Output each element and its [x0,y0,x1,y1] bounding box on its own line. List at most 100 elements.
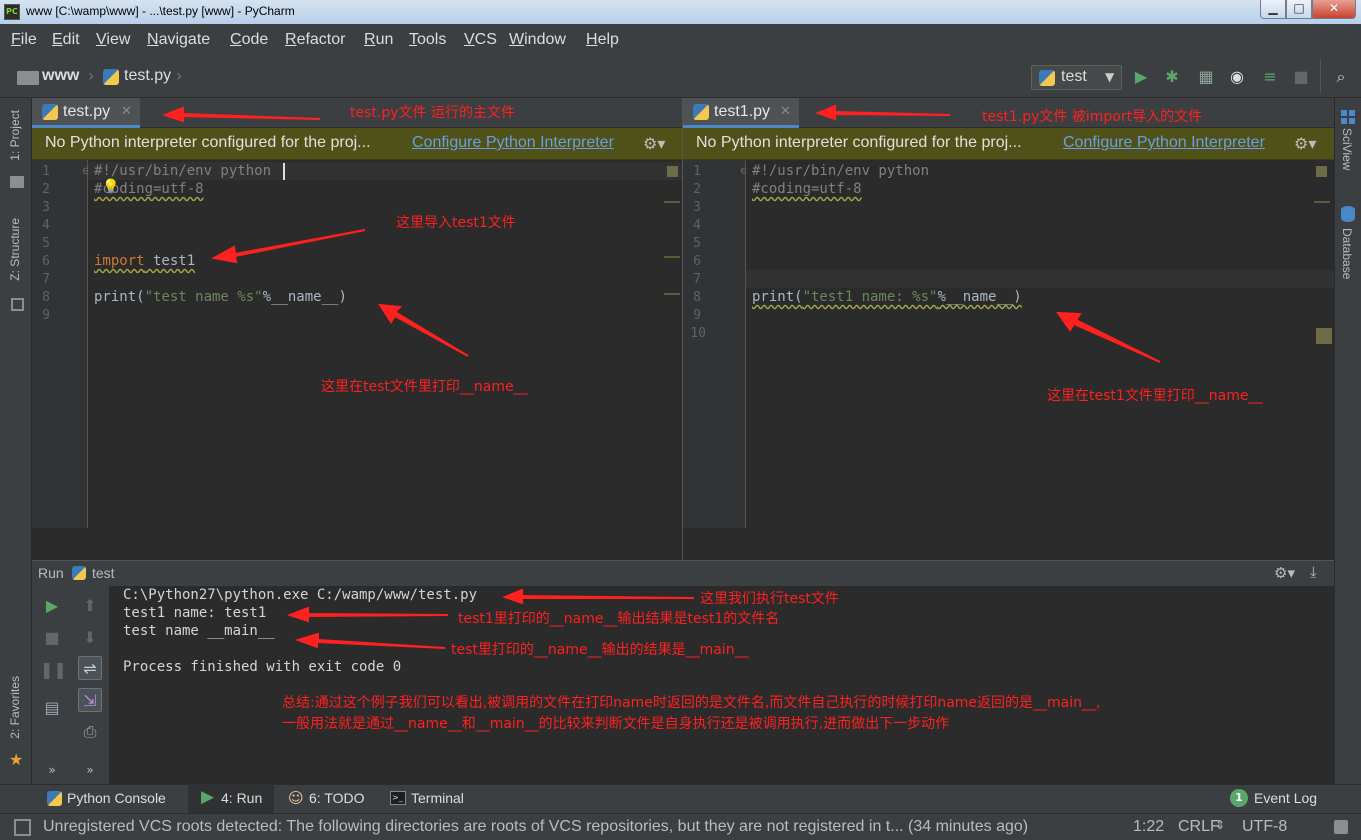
window-title: www [C:\wamp\www] - ...\test.py [www] - … [26,4,295,18]
annotation-print-test1: 这里在test1文件里打印__name__ [1047,388,1263,404]
tab-python-console[interactable]: Python Console [67,790,166,806]
minimize-button[interactable]: ▁ [1260,0,1286,19]
inspection-status-icon[interactable] [667,166,678,177]
run-icon[interactable]: ▶ [1132,68,1150,86]
inspection-status-icon[interactable] [1316,166,1327,177]
close-tab-icon[interactable]: ✕ [780,104,791,119]
maximize-button[interactable]: □ [1286,0,1312,19]
menu-refactor[interactable]: Refactor [285,31,345,49]
stop-icon[interactable]: ■ [40,626,64,650]
configure-interpreter-link[interactable]: Configure Python Interpreter [1063,134,1265,152]
line-number: 9 [693,308,701,323]
close-button[interactable]: ✕ [1312,0,1356,19]
lightbulb-icon[interactable]: 💡 [102,179,119,195]
code-print-line: print("test1 name: %s"%__name__) [752,289,1022,305]
code-print-function: print( [752,289,803,305]
line-number: 8 [693,290,701,305]
rerun-icon[interactable]: ▶ [40,594,64,618]
error-stripe-marker[interactable] [1316,328,1332,344]
code-shebang: #!/usr/bin/env python [752,163,930,179]
tab-test-py[interactable]: test.py ✕ [32,98,140,128]
tab-run[interactable]: 4: Run [221,790,262,806]
error-stripe-marker[interactable] [664,256,680,258]
run-config-name: test [1061,68,1087,85]
tab-todo[interactable]: 6: TODO [309,790,365,806]
gear-icon[interactable]: ⚙▾ [643,134,665,153]
debug-bug-icon[interactable]: ✱ [1163,68,1181,86]
navigation-bar [0,56,1361,98]
code-editor-right[interactable]: #!/usr/bin/env python #coding=utf-8 prin… [746,160,1334,528]
configure-interpreter-link[interactable]: Configure Python Interpreter [412,134,614,152]
gear-icon[interactable]: ⚙▾ [1294,134,1316,153]
pause-icon[interactable]: ❚❚ [40,658,67,682]
toggle-tool-windows-icon[interactable] [14,819,31,836]
tab-test1-py[interactable]: test1.py ✕ [683,98,799,128]
menu-vcs[interactable]: VCS [464,31,497,49]
file-encoding[interactable]: UTF-8 [1242,818,1287,836]
database-tool-tab[interactable]: Database [1340,228,1354,279]
gear-icon[interactable]: ⚙▾ [1274,564,1295,582]
line-gutter-left: 1 2 3 4 5 6 7 8 9 ⊖ [32,160,90,528]
right-tool-strip: SciView Database [1334,98,1361,784]
close-tab-icon[interactable]: ✕ [121,104,132,119]
concurrency-diagram-icon[interactable]: ≡ [1261,68,1279,86]
code-print-function: print( [94,289,145,305]
favorites-tool-tab[interactable]: 2: Favorites [8,676,22,739]
line-number: 2 [42,182,50,197]
menu-code[interactable]: Code [230,31,268,49]
window-title-bar: www [C:\wamp\www] - ...\test.py [www] - … [0,0,1361,24]
error-stripe-marker[interactable] [664,201,680,203]
line-separator-chevron-icon: ⇕ [1215,818,1226,832]
scroll-to-end-icon[interactable]: ⇲ [78,688,102,712]
code-editor-left[interactable]: #!/usr/bin/env python #coding=utf-8 💡 im… [88,160,682,528]
sciview-tool-tab[interactable]: SciView [1340,128,1354,170]
print-icon[interactable]: ⎙ [78,720,102,744]
run-panel-label: Run [38,565,64,581]
lock-icon[interactable] [1334,820,1348,834]
notice-message: No Python interpreter configured for the… [45,134,371,151]
structure-tool-tab[interactable]: Z: Structure [8,218,22,281]
run-configuration-select[interactable]: test ▼ [1031,65,1122,90]
run-panel-config[interactable]: test [92,565,115,581]
menu-view[interactable]: View [96,31,130,49]
python-config-icon [72,566,86,580]
more-right-icon[interactable]: » [78,758,102,782]
stop-icon[interactable]: ■ [1292,68,1310,86]
soft-wrap-icon[interactable]: ⇌ [78,656,102,680]
hide-panel-icon[interactable]: ⤓ [1310,563,1317,581]
event-log-badge: 1 [1230,789,1248,807]
project-tool-tab[interactable]: 1: Project [8,110,22,161]
toolbar-divider [1320,60,1321,92]
menu-file[interactable]: File [11,31,37,49]
scroll-down-icon[interactable]: ⬇ [78,626,102,650]
breadcrumb-project[interactable]: www [42,67,79,85]
annotation-test-py: test.py文件 运行的主文件 [350,105,515,121]
run-with-coverage-icon[interactable]: ▦ [1197,68,1215,86]
menu-navigate[interactable]: Navigate [147,31,210,49]
code-print-line: print("test name %s"%__name__) [94,289,347,305]
caret-position[interactable]: 1:22 [1133,818,1164,836]
more-left-icon[interactable]: » [40,758,64,782]
tab-terminal[interactable]: Terminal [411,790,464,806]
scroll-up-icon[interactable]: ⬆ [78,594,102,618]
run-tool-header: Run test ⚙▾ ⤓ [32,560,1334,586]
search-everywhere-icon[interactable]: ⌕ [1332,68,1350,86]
menu-help[interactable]: Help [586,31,619,49]
line-separator[interactable]: CRLF [1178,818,1220,836]
breadcrumb-file[interactable]: test.py [124,67,171,85]
tab-event-log[interactable]: Event Log [1254,790,1317,806]
notice-message: No Python interpreter configured for the… [696,134,1022,151]
code-import-module: test1 [144,253,196,269]
error-stripe-marker[interactable] [664,293,680,295]
code-coding: #coding=utf-8 [752,181,862,197]
error-stripe-marker[interactable] [1314,201,1330,203]
profile-icon[interactable]: ◉ [1228,68,1246,86]
text-caret [283,163,285,180]
status-message[interactable]: Unregistered VCS roots detected: The fol… [43,818,1118,836]
menu-edit[interactable]: Edit [52,31,80,49]
menu-window[interactable]: Window [509,31,566,49]
annotation-summary-line1: 总结:通过这个例子我们可以看出,被调用的文件在打印name时返回的是文件名,而文… [282,695,1101,711]
menu-run[interactable]: Run [364,31,393,49]
menu-tools[interactable]: Tools [409,31,446,49]
layout-icon[interactable]: ▤ [40,696,64,720]
